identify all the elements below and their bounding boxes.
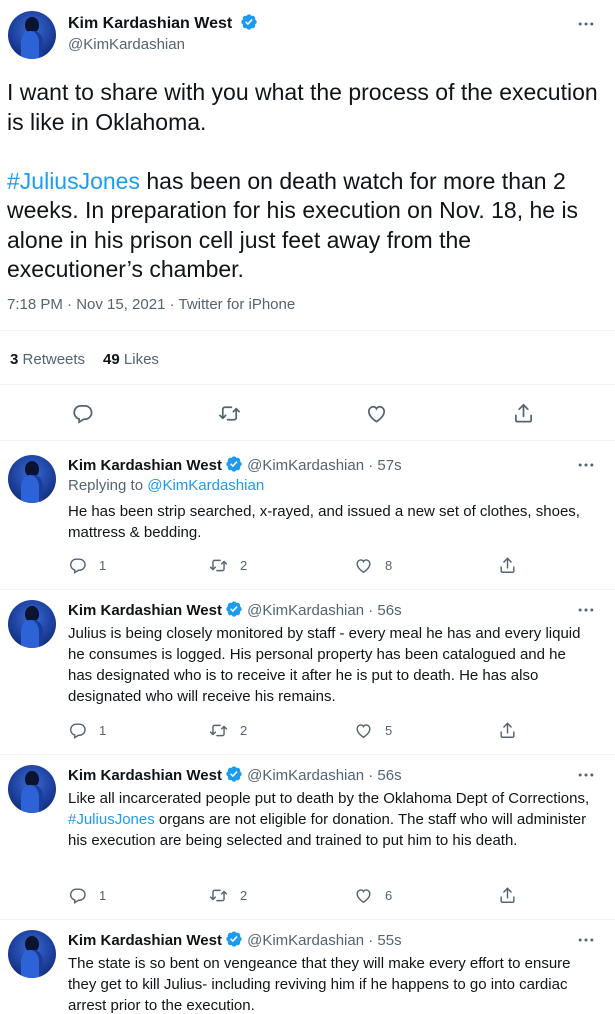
retweet-count: 2 bbox=[240, 888, 248, 903]
retweets-count: 3 bbox=[10, 351, 19, 368]
retweets-stat[interactable]: 3 Retweets bbox=[10, 351, 85, 368]
like-icon bbox=[356, 889, 371, 904]
reply-count: 1 bbox=[99, 888, 107, 903]
tweet-timestamp[interactable]: 7:18 PM · Nov 15, 2021 · Twitter for iPh… bbox=[7, 296, 295, 313]
reply-text: Like all incarcerated people put to deat… bbox=[68, 788, 593, 851]
reply-actions: 1 2 5 bbox=[68, 721, 538, 741]
tweet-header: Kim Kardashian West @KimKardashian bbox=[0, 0, 615, 70]
retweet-button[interactable]: 2 bbox=[209, 556, 247, 575]
avatar[interactable] bbox=[8, 600, 56, 648]
author-name[interactable]: Kim Kardashian West bbox=[68, 602, 222, 619]
reply-header: Kim Kardashian West @KimKardashian · 57s bbox=[68, 455, 402, 474]
author-handle[interactable]: @KimKardashian bbox=[68, 36, 185, 53]
like-count: 8 bbox=[385, 558, 393, 573]
avatar[interactable] bbox=[8, 765, 56, 813]
author-name[interactable]: Kim Kardashian West bbox=[68, 457, 222, 474]
reply-text-part: Like all incarcerated people put to deat… bbox=[68, 790, 590, 807]
share-icon[interactable] bbox=[512, 402, 536, 426]
likes-label: Likes bbox=[123, 351, 159, 368]
like-button[interactable]: 5 bbox=[354, 721, 392, 740]
like-button[interactable]: 8 bbox=[354, 556, 392, 575]
reply-icon bbox=[69, 888, 86, 904]
divider bbox=[0, 440, 615, 441]
avatar[interactable] bbox=[8, 455, 56, 503]
reply-header: Kim Kardashian West @KimKardashian · 56s bbox=[68, 600, 402, 619]
like-button[interactable]: 6 bbox=[354, 886, 392, 905]
tweet-stats: 3 Retweets 49 Likes bbox=[10, 351, 159, 368]
handle-and-time[interactable]: @KimKardashian · 56s bbox=[247, 767, 401, 784]
divider bbox=[0, 384, 615, 385]
handle-and-time[interactable]: @KimKardashian · 57s bbox=[247, 457, 401, 474]
reply-count: 1 bbox=[99, 558, 107, 573]
reply-actions: 1 2 6 bbox=[68, 886, 538, 906]
more-options-icon[interactable] bbox=[575, 14, 597, 34]
verified-badge-icon bbox=[226, 931, 242, 947]
share-button[interactable] bbox=[498, 721, 529, 740]
author-name[interactable]: Kim Kardashian West bbox=[68, 15, 232, 32]
more-options-icon[interactable] bbox=[575, 930, 597, 950]
reply-header: Kim Kardashian West @KimKardashian · 55s bbox=[68, 930, 402, 949]
like-icon[interactable] bbox=[365, 402, 389, 426]
share-icon bbox=[500, 557, 515, 573]
retweet-icon[interactable] bbox=[218, 402, 242, 426]
retweet-count: 2 bbox=[240, 723, 248, 738]
verified-badge-icon bbox=[226, 766, 242, 782]
verified-badge-icon bbox=[226, 456, 242, 472]
reply-icon[interactable] bbox=[71, 402, 95, 426]
reply-icon bbox=[69, 558, 86, 574]
likes-count: 49 bbox=[103, 351, 120, 368]
divider bbox=[0, 754, 615, 755]
handle-and-time[interactable]: @KimKardashian · 55s bbox=[247, 932, 401, 949]
reply-icon bbox=[69, 723, 86, 739]
share-icon bbox=[500, 887, 515, 903]
retweets-label: Retweets bbox=[22, 351, 86, 368]
divider bbox=[0, 919, 615, 920]
replying-to: Replying to @KimKardashian bbox=[68, 477, 264, 494]
tweet-paragraph: I want to share with you what the proces… bbox=[7, 79, 598, 135]
share-button[interactable] bbox=[498, 556, 529, 575]
like-count: 5 bbox=[385, 723, 393, 738]
tweet-actions bbox=[0, 402, 615, 428]
retweet-icon bbox=[209, 724, 228, 737]
retweet-count: 2 bbox=[240, 558, 248, 573]
reply-button[interactable]: 1 bbox=[68, 886, 106, 905]
like-icon bbox=[356, 724, 371, 739]
tweet-text: I want to share with you what the proces… bbox=[7, 78, 607, 314]
retweet-icon bbox=[209, 559, 228, 572]
avatar[interactable] bbox=[8, 930, 56, 978]
author-name-row[interactable]: Kim Kardashian West bbox=[68, 13, 258, 33]
reply-text: The state is so bent on vengeance that t… bbox=[68, 955, 571, 1014]
reply-actions: 1 2 8 bbox=[68, 556, 538, 576]
hashtag-link[interactable]: #JuliusJones bbox=[68, 811, 155, 828]
handle-and-time[interactable]: @KimKardashian · 56s bbox=[247, 602, 401, 619]
likes-stat[interactable]: 49 Likes bbox=[103, 351, 159, 368]
reply-header: Kim Kardashian West @KimKardashian · 56s bbox=[68, 765, 402, 784]
reply-count: 1 bbox=[99, 723, 107, 738]
retweet-icon bbox=[209, 889, 228, 902]
more-options-icon[interactable] bbox=[575, 455, 597, 475]
author-name[interactable]: Kim Kardashian West bbox=[68, 767, 222, 784]
share-button[interactable] bbox=[498, 886, 529, 905]
divider bbox=[0, 589, 615, 590]
more-options-icon[interactable] bbox=[575, 765, 597, 785]
retweet-button[interactable]: 2 bbox=[209, 886, 247, 905]
reply-button[interactable]: 1 bbox=[68, 556, 106, 575]
reply-text: Julius is being closely monitored by sta… bbox=[68, 625, 581, 705]
like-count: 6 bbox=[385, 888, 393, 903]
avatar[interactable] bbox=[8, 11, 56, 59]
verified-badge-icon bbox=[240, 14, 257, 30]
verified-badge-icon bbox=[226, 601, 242, 617]
retweet-button[interactable]: 2 bbox=[209, 721, 247, 740]
like-icon bbox=[356, 559, 371, 574]
more-options-icon[interactable] bbox=[575, 600, 597, 620]
replying-to-link[interactable]: @KimKardashian bbox=[147, 477, 264, 494]
replying-to-prefix: Replying to bbox=[68, 477, 148, 494]
tweet-paragraph: #JuliusJones has been on death watch for… bbox=[7, 167, 607, 285]
divider bbox=[0, 330, 615, 331]
share-icon bbox=[500, 722, 515, 738]
reply-text: He has been strip searched, x-rayed, and… bbox=[68, 503, 580, 541]
reply-button[interactable]: 1 bbox=[68, 721, 106, 740]
hashtag-link[interactable]: #JuliusJones bbox=[7, 168, 140, 194]
author-name[interactable]: Kim Kardashian West bbox=[68, 932, 222, 949]
